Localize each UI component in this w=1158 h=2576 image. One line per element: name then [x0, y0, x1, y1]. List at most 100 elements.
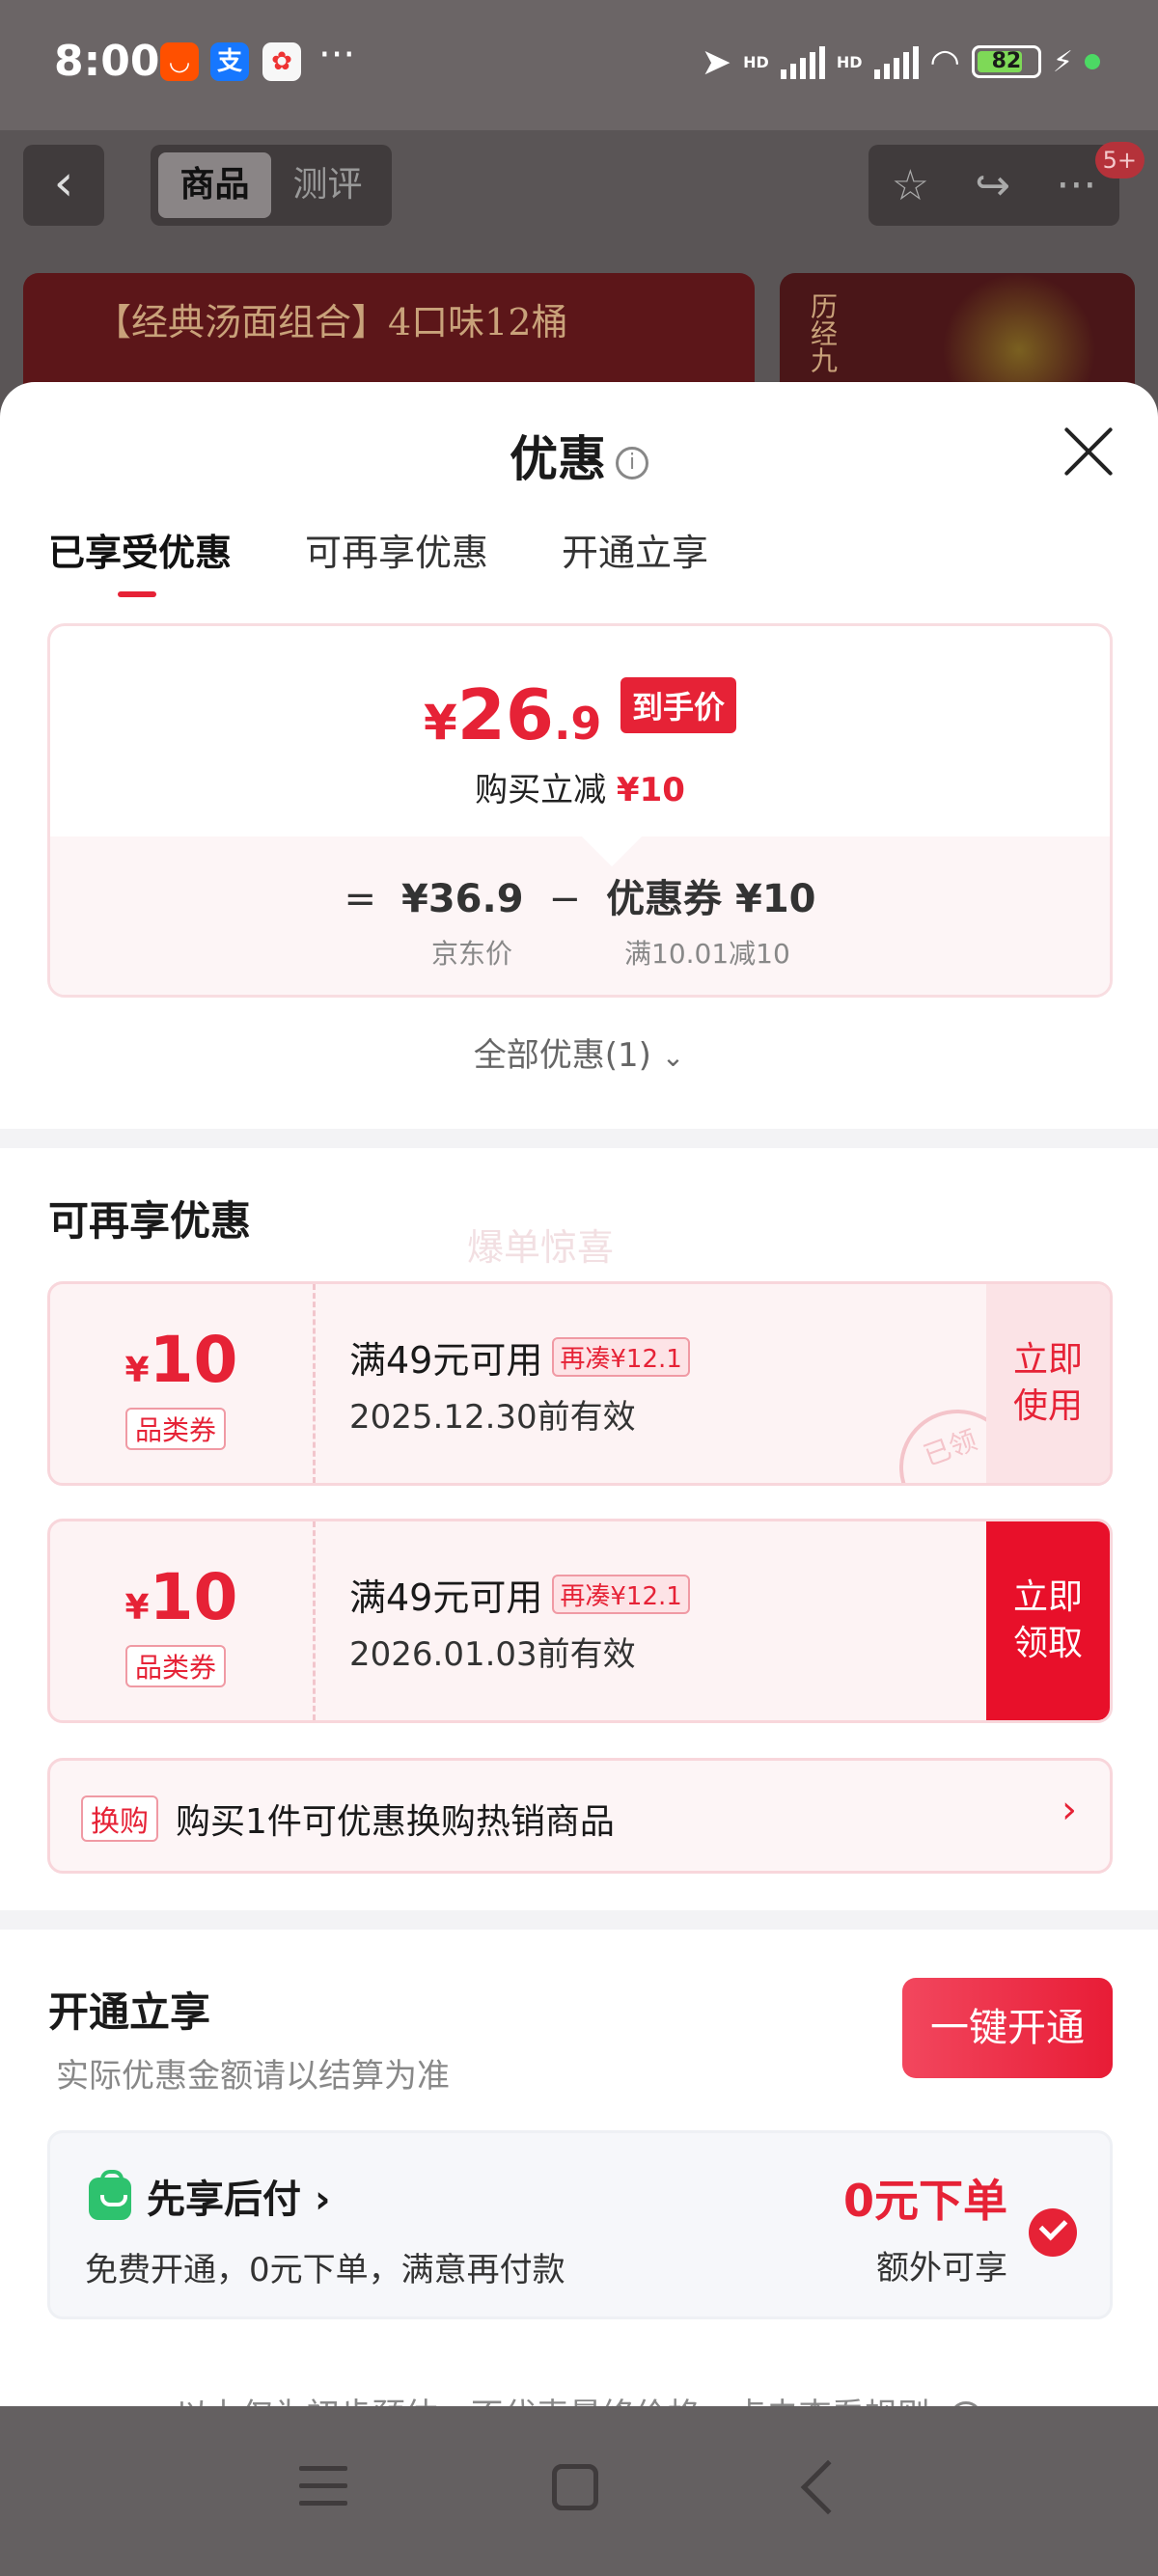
coupon-value: ¥10 品类券 — [50, 1284, 316, 1483]
extra-enjoy-label: 额外可享 — [876, 2249, 1007, 2288]
status-time: 8:00 — [54, 37, 160, 86]
estimate-footnote[interactable]: 以上仅为初步预估，不代表最终价格，点击查看规则 i — [0, 2389, 1158, 2408]
taobao-icon: ◡ — [160, 42, 199, 81]
discount-sheet: 优惠 i 已享受优惠 可再享优惠 开通立享 ¥26.9 到手价 购买立减 ¥10 … — [0, 382, 1158, 2408]
wifi-icon: ◠ — [929, 41, 960, 82]
game-app-icon: ✿ — [262, 42, 301, 81]
back-nav-icon[interactable] — [800, 2459, 856, 2515]
tab-more-available[interactable]: 可再享优惠 — [305, 523, 488, 597]
coupon-topup-tag[interactable]: 再凑¥12.1 — [552, 1575, 690, 1614]
coupon-type: 品类券 — [125, 1645, 227, 1687]
all-discounts-toggle[interactable]: 全部优惠(1) ⌄ — [0, 1028, 1158, 1076]
card-notch — [581, 806, 643, 867]
open-enjoy-title: 开通立享 — [48, 1988, 211, 2036]
one-click-open-button[interactable]: 一键开通 — [902, 1978, 1113, 2078]
coupon-value: ¥10 品类券 — [50, 1521, 316, 1720]
coupon-amount-number: 10 — [149, 1560, 238, 1634]
sheet-title: 优惠 i — [0, 421, 1158, 490]
privacy-indicator-icon — [1085, 54, 1100, 69]
claim-now-button[interactable]: 立即领取 — [986, 1521, 1110, 1720]
network-hd-label: HD — [743, 52, 769, 71]
product-tab-switch[interactable]: 商品 测评 — [151, 145, 392, 226]
coupon-condition-label: 满10.01减10 — [624, 938, 790, 970]
promo-watermark: 爆单惊喜 — [467, 1226, 615, 1269]
final-price-tag: 到手价 — [620, 677, 737, 733]
all-discounts-label: 全部优惠(1) — [473, 1036, 651, 1075]
background-product-page: ‹ 商品 测评 ☆ ↪ ··· 5+ 【经典汤面组合】4口味12桶 历经九 — [0, 130, 1158, 466]
exchange-tag: 换购 — [81, 1795, 158, 1842]
tab-review[interactable]: 测评 — [271, 152, 384, 218]
tab-product[interactable]: 商品 — [158, 152, 271, 218]
more-badge: 5+ — [1094, 142, 1144, 178]
use-now-button[interactable]: 立即使用 — [986, 1284, 1110, 1483]
final-price: ¥26.9 到手价 — [50, 674, 1110, 755]
jd-price: ¥36.9 — [401, 877, 524, 921]
coupon-topup-tag[interactable]: 再凑¥12.1 — [552, 1337, 690, 1377]
recent-apps-icon[interactable] — [299, 2466, 347, 2510]
coupon-expiry: 2026.01.03前有效 — [349, 1635, 636, 1674]
minus-sign: − — [548, 877, 582, 921]
chevron-right-icon: › — [314, 2178, 331, 2222]
final-price-card: ¥26.9 到手价 购买立减 ¥10 = ¥36.9 − 优惠券 ¥10 京东价… — [47, 623, 1113, 998]
battery-icon: 82 — [971, 45, 1041, 78]
status-indicators: ➤ HD HD ◠ 82 ⚡ — [701, 41, 1100, 83]
status-bar: 8:00 ◡ 支 ✿ ··· ➤ HD HD ◠ 82 ⚡ — [0, 0, 1158, 130]
coupon-currency: ¥ — [124, 1588, 150, 1628]
equals-sign: = — [344, 877, 377, 921]
pay-later-title[interactable]: 先享后付 › — [147, 2168, 330, 2224]
coupon-condition-text: 满49元可用 — [349, 1576, 543, 1619]
check-icon[interactable] — [1029, 2208, 1077, 2257]
signal-icon — [780, 44, 825, 79]
open-enjoy-subtitle: 实际优惠金额请以结算为准 — [56, 2057, 450, 2096]
section-divider — [0, 1129, 1158, 1148]
tab-enjoyed[interactable]: 已享受优惠 — [48, 523, 232, 597]
price-formula: = ¥36.9 − 优惠券 ¥10 — [50, 867, 1110, 923]
discount-tabs: 已享受优惠 可再享优惠 开通立享 — [48, 523, 708, 597]
coupon-card: ¥10 品类券 满49元可用 再凑¥12.1 2025.12.30前有效 已领 立… — [47, 1281, 1113, 1486]
system-nav-bar — [0, 2406, 1158, 2576]
coupon-deduction: 优惠券 ¥10 — [606, 877, 816, 921]
pay-later-title-text: 先享后付 — [147, 2178, 301, 2222]
instant-discount-label: 购买立减 — [475, 771, 607, 809]
price-decimal: .9 — [553, 698, 602, 750]
status-more-icon: ··· — [318, 33, 356, 77]
close-button[interactable] — [1062, 425, 1116, 479]
instant-discount-amount: ¥10 — [616, 771, 685, 809]
shopping-bag-icon — [89, 2170, 131, 2220]
price-integer: 26 — [456, 674, 554, 755]
charging-icon: ⚡ — [1052, 44, 1073, 79]
pay-later-description: 免费开通，0元下单，满意再付款 — [85, 2251, 565, 2289]
banner2-text: 历经九 — [807, 292, 839, 373]
coupon-currency: ¥ — [124, 1351, 150, 1390]
chevron-right-icon: › — [1062, 1788, 1077, 1832]
coupon-expiry: 2025.12.30前有效 — [349, 1398, 636, 1437]
chevron-down-icon: ⌄ — [661, 1041, 685, 1073]
coupon-condition: 满49元可用 再凑¥12.1 — [349, 1568, 690, 1621]
share-icon[interactable]: ↪ — [975, 161, 1010, 210]
home-icon[interactable] — [552, 2464, 598, 2510]
sheet-title-text: 优惠 — [510, 431, 606, 487]
back-icon[interactable]: ‹ — [23, 145, 104, 226]
exchange-text: 购买1件可优惠换购热销商品 — [176, 1802, 615, 1842]
zero-order-label: 0元下单 — [842, 2175, 1007, 2227]
coupon-type: 品类券 — [125, 1408, 227, 1450]
pay-later-card[interactable]: 先享后付 › 免费开通，0元下单，满意再付款 0元下单 额外可享 — [47, 2130, 1113, 2319]
battery-level: 82 — [991, 49, 1022, 73]
banner-title: 【经典汤面组合】4口味12桶 — [95, 301, 568, 343]
star-icon[interactable]: ☆ — [892, 161, 929, 210]
price-currency: ¥ — [423, 695, 457, 751]
signal-icon-2 — [873, 44, 919, 79]
info-icon[interactable]: i — [616, 446, 648, 480]
coupon-amount-number: 10 — [149, 1323, 238, 1397]
price-breakdown: = ¥36.9 − 优惠券 ¥10 京东价 满10.01减10 — [50, 806, 1110, 995]
alipay-icon: 支 — [210, 42, 249, 81]
more-icon[interactable]: ··· — [1056, 161, 1096, 210]
exchange-offer-row[interactable]: 换购 购买1件可优惠换购热销商品 › — [47, 1758, 1113, 1874]
coupon-condition-text: 满49元可用 — [349, 1339, 543, 1382]
instant-discount: 购买立减 ¥10 — [50, 763, 1110, 810]
header-actions: ☆ ↪ ··· — [868, 145, 1119, 226]
jd-price-label: 京东价 — [431, 938, 513, 970]
more-discounts-title: 可再享优惠 — [48, 1197, 252, 1245]
tab-open-enjoy[interactable]: 开通立享 — [562, 523, 708, 597]
coupon-card: ¥10 品类券 满49元可用 再凑¥12.1 2026.01.03前有效 立即领取 — [47, 1519, 1113, 1723]
